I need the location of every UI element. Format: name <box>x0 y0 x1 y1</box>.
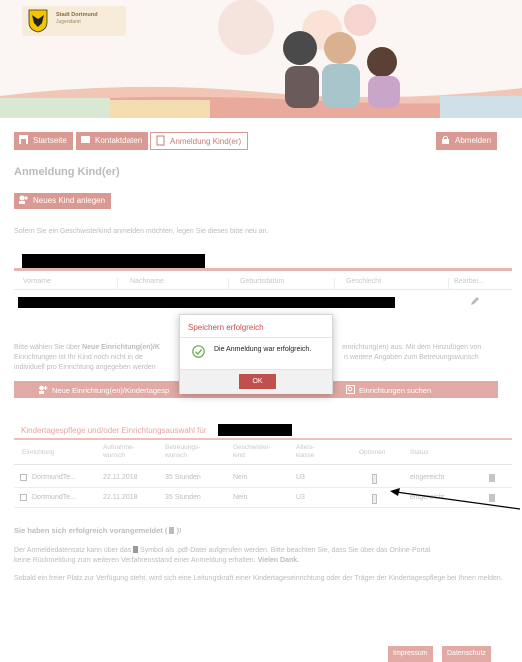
confirmation-paragraph-2: Sobald ein freier Platz zur Verfügung st… <box>14 575 503 582</box>
row-status: eingereicht <box>410 474 445 481</box>
children-table-header: Vorname Nachname Geburtsdatum Geschlecht… <box>14 274 512 290</box>
search-institutions-button[interactable]: Einrichtungen suchen <box>346 385 431 395</box>
check-circle-icon <box>192 345 205 358</box>
nav-start-label: Startseite <box>33 136 67 145</box>
row-aufnahme: 22.11.2018 <box>103 474 138 481</box>
brand-subtitle: Jugendamt <box>56 19 81 25</box>
row-alter: U3 <box>296 494 305 501</box>
options-icon[interactable] <box>372 474 377 484</box>
nav-start-button[interactable]: Startseite <box>14 132 73 150</box>
brand-title: Stadt Dortmund <box>56 12 98 18</box>
impressum-button[interactable]: Impressum <box>388 646 433 662</box>
table-row[interactable]: DortmundTe... 22.11.2018 35 Stunden Nein… <box>14 468 512 488</box>
selection-topline <box>14 438 512 440</box>
success-title-end: )! <box>174 526 182 535</box>
dialog-message: Die Anmeldung war erfolgreich. <box>214 346 312 353</box>
dialog-footer: OK <box>180 369 332 394</box>
nav-logout-button[interactable]: Abmelden <box>436 132 498 150</box>
nav-contact-label: Kontaktdaten <box>95 136 143 145</box>
new-institution-label: Neue Einrichtung(en)/Kindertagesp <box>52 386 170 395</box>
col-optionen: Optionen <box>359 449 386 456</box>
search-icon <box>346 385 355 394</box>
pdf-icon[interactable] <box>489 474 495 482</box>
institution-note-line2a: Einrichtungen ist Ihr Kind noch nicht in… <box>14 354 143 361</box>
new-child-label: Neues Kind anlegen <box>33 196 106 205</box>
options-icon[interactable] <box>372 494 377 504</box>
col-aufnahmewunsch: Aufnahme- wunsch <box>103 444 135 459</box>
redacted-child-name <box>22 254 205 268</box>
col-nachname: Nachname <box>130 278 164 285</box>
institution-note-part2: einrichtung(en) aus. Mit dem Hinzufügen … <box>342 344 482 351</box>
col-betreuungswunsch: Betreuungs- wunsch <box>165 444 201 459</box>
nav-logout-label: Abmelden <box>455 136 492 145</box>
nav-registration-label: Anmeldung Kind(er) <box>170 137 242 146</box>
row-geschwister: Nein <box>233 494 248 501</box>
col-geschlecht: Geschlecht <box>346 278 382 285</box>
col-altersklasse: Alters- klasse <box>296 444 315 459</box>
row-alter: U3 <box>296 474 305 481</box>
edit-icon[interactable] <box>20 494 27 501</box>
redacted-child-row <box>18 297 395 308</box>
row-betreuung: 35 Stunden <box>165 474 201 481</box>
home-icon <box>19 135 28 144</box>
search-institutions-label: Einrichtungen suchen <box>359 386 432 395</box>
new-institution-button[interactable]: Neue Einrichtung(en)/Kindertagesp <box>38 385 169 395</box>
col-divider <box>228 278 229 290</box>
dialog-divider <box>180 337 332 338</box>
institution-note-bold: Neue Einrichtung(en)/K <box>82 344 160 351</box>
selection-heading: Kindertagespflege und/oder Einrichtungsa… <box>21 426 207 435</box>
selection-table-header: Einrichtung Aufnahme- wunsch Betreuungs-… <box>14 441 512 465</box>
page-title: Anmeldung Kind(er) <box>14 166 120 178</box>
success-dialog: Speichern erfolgreich Die Anmeldung war … <box>179 314 333 394</box>
col-divider <box>117 278 118 290</box>
contact-icon <box>81 136 90 143</box>
institution-note-part1: Bitte wählen Sie über <box>14 344 83 351</box>
confirmation-p1a: Der Anmeldedatensatz kann über das <box>14 547 134 554</box>
institution-note-line3: individuell pro Einrichtung angegeben we… <box>14 364 156 371</box>
header-banner: Stadt Dortmund Jugendamt <box>0 0 522 118</box>
children-table-topline <box>14 268 512 271</box>
success-title: Sie haben sich erfolgreich vorangemeldet… <box>14 526 182 535</box>
add-person-icon <box>39 385 48 394</box>
row-betreuung: 35 Stunden <box>165 494 201 501</box>
col-status: Status <box>410 449 429 456</box>
confirmation-thanks: Vielen Dank. <box>257 557 300 564</box>
document-icon <box>156 135 165 146</box>
col-einrichtung: Einrichtung <box>22 449 55 456</box>
confirmation-paragraph-1: Der Anmeldedatensatz kann über das Symbo… <box>14 546 512 566</box>
success-title-text: Sie haben sich erfolgreich vorangemeldet… <box>14 526 170 535</box>
confirmation-p1c: keine Rückmeldung zum weiteren Verfahren… <box>14 557 258 564</box>
col-vorname: Vorname <box>23 278 52 285</box>
annotation-arrow-icon <box>390 488 521 510</box>
col-divider <box>448 278 449 290</box>
institution-note-line2b: n weitere Angaben zum Betreuungswunsch <box>344 354 479 361</box>
row-geschwister: Nein <box>233 474 248 481</box>
row-einrichtung[interactable]: DortmundTe... <box>32 474 76 481</box>
dialog-title: Speichern erfolgreich <box>188 323 264 332</box>
col-divider <box>334 278 335 290</box>
lock-icon <box>442 135 449 144</box>
ok-button[interactable]: OK <box>239 374 276 389</box>
row-aufnahme: 22.11.2018 <box>103 494 138 501</box>
pencil-icon[interactable] <box>470 296 480 306</box>
confirmation-p1b: Symbol als .pdf-Datei aufgerufen werden.… <box>138 547 431 554</box>
new-child-button[interactable]: Neues Kind anlegen <box>14 193 112 209</box>
datenschutz-button[interactable]: Datenschutz <box>442 646 491 662</box>
redacted-child-name-2 <box>218 424 292 436</box>
city-logo[interactable]: Stadt Dortmund Jugendamt <box>22 6 126 36</box>
col-geburtsdatum: Geburtsdatum <box>240 278 285 285</box>
nav-contact-button[interactable]: Kontaktdaten <box>76 132 149 150</box>
col-bearbeiten: Bearbei... <box>454 278 484 285</box>
edit-icon[interactable] <box>20 474 27 481</box>
row-einrichtung[interactable]: DortmundTe... <box>32 494 76 501</box>
nav-registration-button[interactable]: Anmeldung Kind(er) <box>150 132 249 150</box>
eagle-shield-icon <box>28 9 48 33</box>
sibling-note: Sofern Sie ein Geschwisterkind anmelden … <box>14 228 269 235</box>
add-person-icon <box>19 195 28 204</box>
col-geschwisterkind: Geschwister- kind <box>233 444 271 459</box>
